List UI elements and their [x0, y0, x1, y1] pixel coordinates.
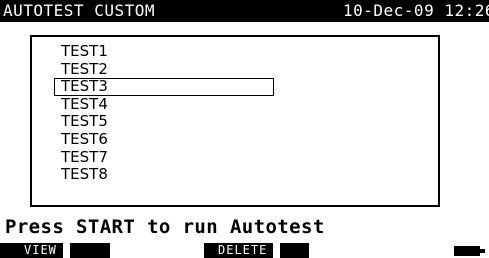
- softkey-empty-slot: [120, 243, 204, 258]
- test-list-item[interactable]: TEST8: [54, 166, 274, 184]
- test-list: TEST1 TEST2 TEST3 TEST4 TEST5 TEST6 TEST…: [54, 43, 274, 184]
- delete-softkey-label: DELETE: [218, 243, 268, 257]
- test-list-item[interactable]: TEST5: [54, 113, 274, 131]
- header-bar: AUTOTEST CUSTOM 10-Dec-09 12:26: [0, 0, 489, 22]
- test-list-item[interactable]: TEST4: [54, 95, 274, 114]
- softkey-empty-slot: [309, 243, 454, 258]
- test-list-item[interactable]: TEST6: [54, 131, 274, 149]
- test-list-item[interactable]: TEST2: [54, 60, 274, 79]
- delete-softkey[interactable]: DELETE: [204, 243, 309, 258]
- test-list-frame: TEST1 TEST2 TEST3 TEST4 TEST5 TEST6 TEST…: [30, 35, 440, 207]
- battery-icon: [454, 246, 485, 256]
- softkey-separator: [273, 243, 281, 258]
- softkey-separator: [62, 243, 70, 258]
- datetime-display: 10-Dec-09 12:26: [343, 1, 489, 20]
- test-list-item-selected[interactable]: TEST3: [54, 78, 274, 96]
- softkey-bar: VIEW DELETE: [0, 243, 489, 258]
- test-list-item[interactable]: TEST1: [54, 43, 274, 61]
- status-prompt: Press START to run Autotest: [5, 216, 325, 238]
- view-softkey[interactable]: VIEW: [0, 243, 110, 258]
- screen-title: AUTOTEST CUSTOM: [3, 1, 155, 20]
- view-softkey-label: VIEW: [24, 243, 57, 257]
- test-list-item[interactable]: TEST7: [54, 148, 274, 167]
